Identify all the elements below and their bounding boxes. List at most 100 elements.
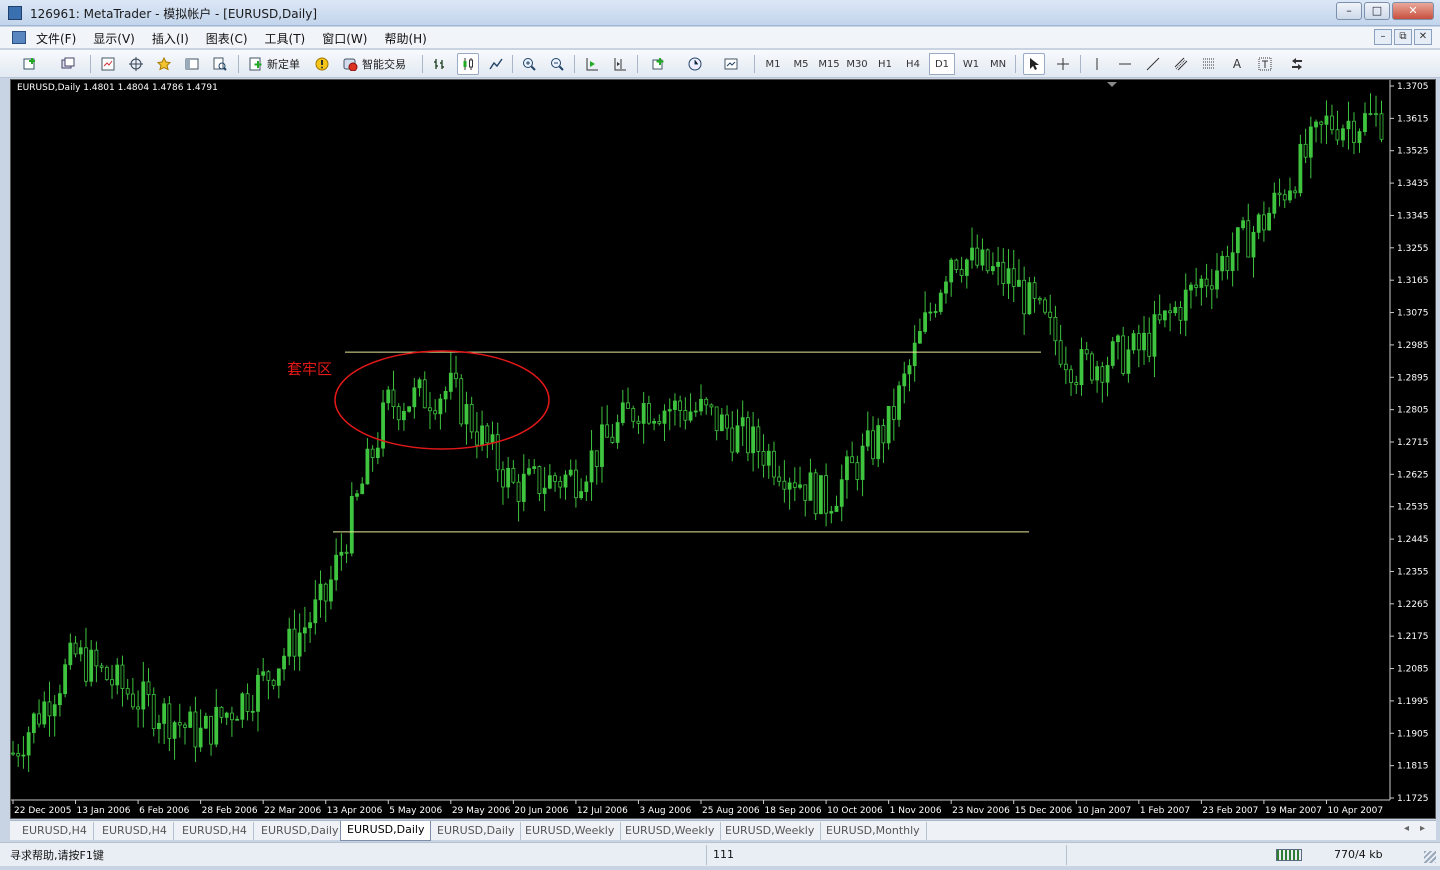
indicators-button[interactable] (644, 53, 674, 75)
x-tick-label: 10 Oct 2006 (827, 806, 883, 816)
candle-body (89, 649, 94, 682)
tabs-scroll-left-button[interactable]: ◂ (1404, 823, 1409, 834)
arrows-tool-button[interactable] (1282, 53, 1312, 75)
menu-window[interactable]: 窗口(W) (322, 30, 376, 47)
chart-tab-9[interactable]: EURUSD,Weekly (719, 822, 822, 840)
chart-minimize-button[interactable]: – (1374, 29, 1392, 45)
candle-body (594, 450, 599, 467)
candle-body (402, 411, 406, 421)
line-chart-button[interactable] (485, 53, 507, 75)
candle-body (1095, 366, 1100, 381)
candle-body (391, 389, 396, 408)
menu-charts[interactable]: 图表(C) (206, 30, 257, 47)
timeframe-w1-button[interactable]: W1 (958, 53, 984, 75)
chart-restore-button[interactable]: ⧉ (1394, 29, 1412, 45)
candle-body (245, 693, 250, 712)
candlestick-chart[interactable]: 1.3705 1.3615 1.3525 1.3435 1.3345 1.3255 1.31… (11, 80, 1437, 820)
candle-body (1209, 285, 1214, 290)
trendline-tool-button[interactable] (1142, 53, 1164, 75)
timeframe-m5-button[interactable]: M5 (788, 53, 814, 75)
candle-body (422, 379, 427, 409)
terminal-button[interactable] (181, 53, 203, 75)
candle-body (1230, 252, 1235, 272)
menu-insert[interactable]: 插入(I) (152, 30, 198, 47)
app-icon[interactable] (8, 6, 22, 20)
candle-body (209, 715, 213, 745)
chart-tab-6[interactable]: EURUSD,Daily (431, 822, 522, 840)
fibonacci-tool-button[interactable] (1198, 53, 1220, 75)
candle-body (1178, 307, 1183, 321)
timeframe-h4-button[interactable]: H4 (900, 53, 926, 75)
chart-window[interactable]: 1.3705 1.3615 1.3525 1.3435 1.3345 1.3255 1.31… (10, 79, 1436, 819)
tabs-scroll-right-button[interactable]: ▸ (1420, 823, 1425, 834)
expert-trading-button[interactable]: 智能交易 (338, 53, 410, 75)
auto-scroll-button[interactable] (581, 53, 603, 75)
candlestick-chart-button[interactable] (457, 53, 479, 75)
crosshair-tool-button[interactable] (1052, 53, 1074, 75)
chart-tab-1[interactable]: EURUSD,H4 (16, 822, 94, 840)
resize-grip-icon[interactable] (1424, 851, 1436, 863)
chart-window-icon[interactable] (12, 31, 26, 44)
chart-tab-3[interactable]: EURUSD,H4 (176, 822, 254, 840)
candle-body (266, 671, 271, 681)
maximize-button[interactable]: □ (1364, 2, 1390, 20)
candle-body (1058, 340, 1063, 365)
new-chart-button[interactable] (14, 53, 46, 75)
menu-view[interactable]: 显示(V) (93, 30, 144, 47)
chart-tab-8[interactable]: EURUSD,Weekly (619, 822, 722, 840)
chart-close-button[interactable]: ✕ (1414, 29, 1432, 45)
text-tool-button[interactable]: A (1226, 53, 1248, 75)
candle-body (464, 404, 469, 425)
navigator-button[interactable] (153, 53, 175, 75)
candle-body (850, 456, 855, 464)
candle-body (1341, 128, 1345, 141)
new-order-button[interactable]: 新定单 (245, 53, 304, 75)
chart-shift-button[interactable] (609, 53, 631, 75)
cursor-tool-button[interactable] (1023, 53, 1045, 75)
bar-chart-button[interactable] (429, 53, 451, 75)
timeframe-h1-button[interactable]: H1 (872, 53, 898, 75)
chart-tab-4[interactable]: EURUSD,Daily (255, 822, 346, 840)
expert-advisors-warning-button[interactable] (311, 53, 333, 75)
text-label-tool-button[interactable] (1254, 53, 1276, 75)
status-help-text: 寻求帮助,请按F1键 (10, 849, 104, 862)
crosshair-icon (1057, 58, 1069, 70)
chart-tab-7[interactable]: EURUSD,Weekly (519, 822, 622, 840)
candle-body (1293, 190, 1298, 194)
vertical-line-tool-button[interactable] (1086, 53, 1108, 75)
candle-body (1126, 349, 1131, 374)
candle-body (1017, 279, 1021, 287)
y-tick-label: 1.3165 (1397, 276, 1429, 286)
chart-tab-5-active[interactable]: EURUSD,Daily (340, 821, 432, 841)
chart-shift-marker-icon (1107, 82, 1117, 87)
minimize-button[interactable]: – (1336, 2, 1362, 20)
timeframe-m30-button[interactable]: M30 (844, 53, 870, 75)
data-window-button[interactable] (125, 53, 147, 75)
horizontal-line-tool-button[interactable] (1114, 53, 1136, 75)
timeframe-mn-button[interactable]: MN (985, 53, 1011, 75)
strategy-tester-button[interactable] (209, 53, 231, 75)
zoom-in-button[interactable] (518, 53, 540, 75)
periods-button[interactable] (680, 53, 710, 75)
candle-body (688, 411, 693, 421)
timeframe-m1-button[interactable]: M1 (760, 53, 786, 75)
timeframe-m15-button[interactable]: M15 (816, 53, 842, 75)
profiles-button[interactable] (52, 53, 84, 75)
chart-tab-2[interactable]: EURUSD,H4 (96, 822, 174, 840)
menu-tools[interactable]: 工具(T) (265, 30, 315, 47)
templates-button[interactable] (716, 53, 746, 75)
equidistant-channel-tool-button[interactable] (1170, 53, 1192, 75)
menu-file[interactable]: 文件(F) (36, 30, 85, 47)
menu-help[interactable]: 帮助(H) (384, 30, 435, 47)
market-watch-button[interactable] (97, 53, 119, 75)
candle-body (662, 410, 667, 424)
x-tick-label: 20 Jun 2006 (514, 806, 568, 816)
timeframe-d1-button[interactable]: D1 (929, 53, 955, 75)
candle-body (891, 406, 896, 420)
chart-tab-10[interactable]: EURUSD,Monthly (820, 822, 927, 840)
candle-body (1116, 335, 1120, 343)
close-button[interactable]: ✕ (1392, 2, 1434, 20)
profiles-icon (61, 57, 75, 69)
y-tick-label: 1.1815 (1397, 762, 1429, 772)
zoom-out-button[interactable] (546, 53, 568, 75)
